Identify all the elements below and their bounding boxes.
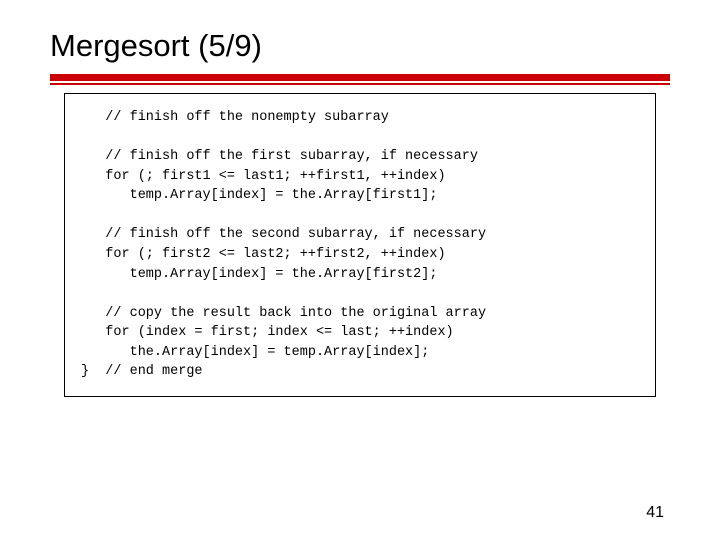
code-line: temp.Array[index] = the.Array[first2];	[81, 267, 437, 282]
code-line: for (index = first; index <= last; ++ind…	[81, 325, 454, 340]
code-line: for (; first2 <= last2; ++first2, ++inde…	[81, 247, 446, 262]
code-box: // finish off the nonempty subarray // f…	[64, 93, 656, 397]
title-underline-thick	[50, 74, 670, 81]
code-line: // copy the result back into the origina…	[81, 306, 486, 321]
code-line: // finish off the first subarray, if nec…	[81, 149, 478, 164]
page-number: 41	[646, 504, 664, 522]
code-line: for (; first1 <= last1; ++first1, ++inde…	[81, 169, 446, 184]
title-underline-thin	[50, 83, 670, 85]
code-line: // finish off the nonempty subarray	[81, 110, 389, 125]
code-line: } // end merge	[81, 364, 203, 379]
code-line: // finish off the second subarray, if ne…	[81, 227, 486, 242]
slide: Mergesort (5/9) // finish off the nonemp…	[0, 0, 720, 397]
code-line: temp.Array[index] = the.Array[first1];	[81, 188, 437, 203]
code-line: the.Array[index] = temp.Array[index];	[81, 345, 429, 360]
slide-title: Mergesort (5/9)	[50, 28, 670, 64]
title-area: Mergesort (5/9)	[0, 0, 720, 64]
